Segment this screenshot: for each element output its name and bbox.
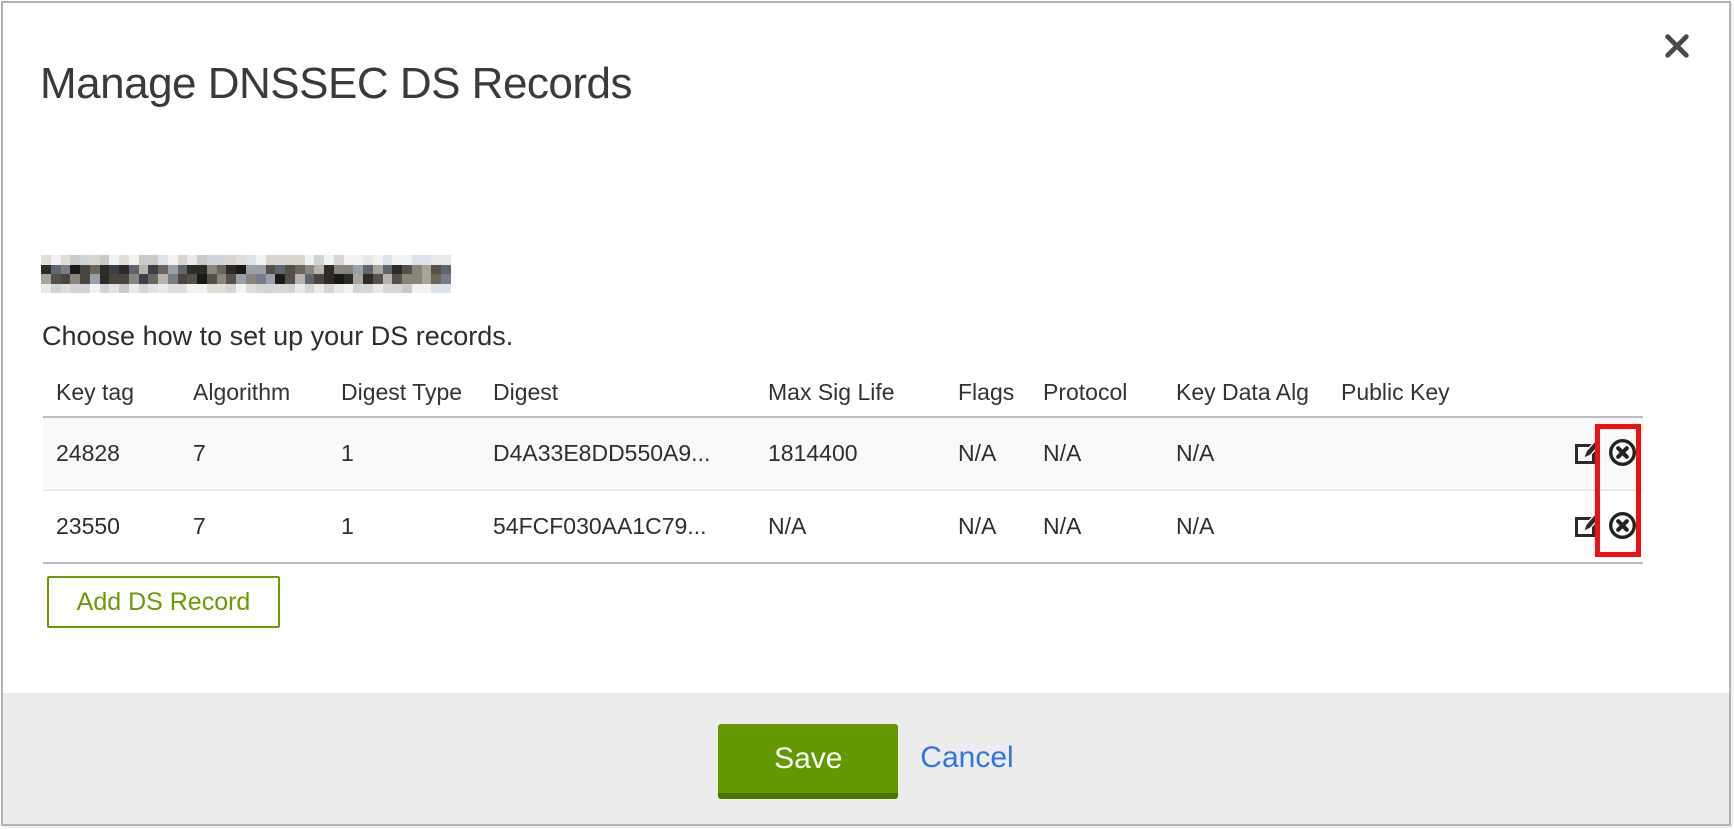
cell-key-tag: 24828 [43,417,180,490]
edit-icon [1574,512,1601,542]
delete-circle-x-icon [1608,438,1637,470]
col-header-algorithm: Algorithm [180,369,328,417]
col-header-actions [1558,369,1643,417]
edit-record-button[interactable] [1574,439,1601,469]
col-header-public-key: Public Key [1328,369,1558,417]
edit-record-button[interactable] [1574,512,1601,542]
cell-key-data-alg: N/A [1163,490,1328,563]
cell-actions [1558,417,1643,490]
col-header-protocol: Protocol [1030,369,1163,417]
cell-digest: 54FCF030AA1C79... [480,490,755,563]
instruction-text: Choose how to set up your DS records. [42,321,513,352]
cell-digest-type: 1 [328,417,480,490]
cell-max-sig-life: N/A [755,490,945,563]
delete-record-button[interactable] [1608,438,1637,470]
cell-actions [1558,490,1643,563]
col-header-flags: Flags [945,369,1030,417]
ds-records-table: Key tag Algorithm Digest Type Digest Max… [43,369,1643,564]
cell-key-tag: 23550 [43,490,180,563]
table-header-row: Key tag Algorithm Digest Type Digest Max… [43,369,1643,417]
cell-protocol: N/A [1030,417,1163,490]
col-header-digest-type: Digest Type [328,369,480,417]
cancel-link[interactable]: Cancel [920,741,1013,775]
delete-circle-x-icon [1608,511,1637,543]
cell-key-data-alg: N/A [1163,417,1328,490]
edit-icon [1574,439,1601,469]
col-header-digest: Digest [480,369,755,417]
cell-max-sig-life: 1814400 [755,417,945,490]
table-row: 23550 7 1 54FCF030AA1C79... N/A N/A N/A … [43,490,1643,563]
cell-public-key [1328,417,1558,490]
table-row: 24828 7 1 D4A33E8DD550A9... 1814400 N/A … [43,417,1643,490]
delete-record-button[interactable] [1608,511,1637,543]
cell-algorithm: 7 [180,490,328,563]
cell-protocol: N/A [1030,490,1163,563]
dialog-title: Manage DNSSEC DS Records [40,59,632,109]
col-header-max-sig-life: Max Sig Life [755,369,945,417]
close-icon [1661,30,1693,65]
col-header-key-data-alg: Key Data Alg [1163,369,1328,417]
dialog-footer: Save Cancel [3,693,1729,824]
cell-digest: D4A33E8DD550A9... [480,417,755,490]
col-header-key-tag: Key tag [43,369,180,417]
manage-dnssec-dialog: Manage DNSSEC DS Records Choose how to s… [1,1,1731,826]
cell-flags: N/A [945,490,1030,563]
cell-public-key [1328,490,1558,563]
cell-flags: N/A [945,417,1030,490]
close-button[interactable] [1653,23,1701,71]
add-ds-record-button[interactable]: Add DS Record [47,576,280,628]
cell-digest-type: 1 [328,490,480,563]
redacted-domain-name [41,255,451,293]
save-button[interactable]: Save [718,724,898,799]
cell-algorithm: 7 [180,417,328,490]
